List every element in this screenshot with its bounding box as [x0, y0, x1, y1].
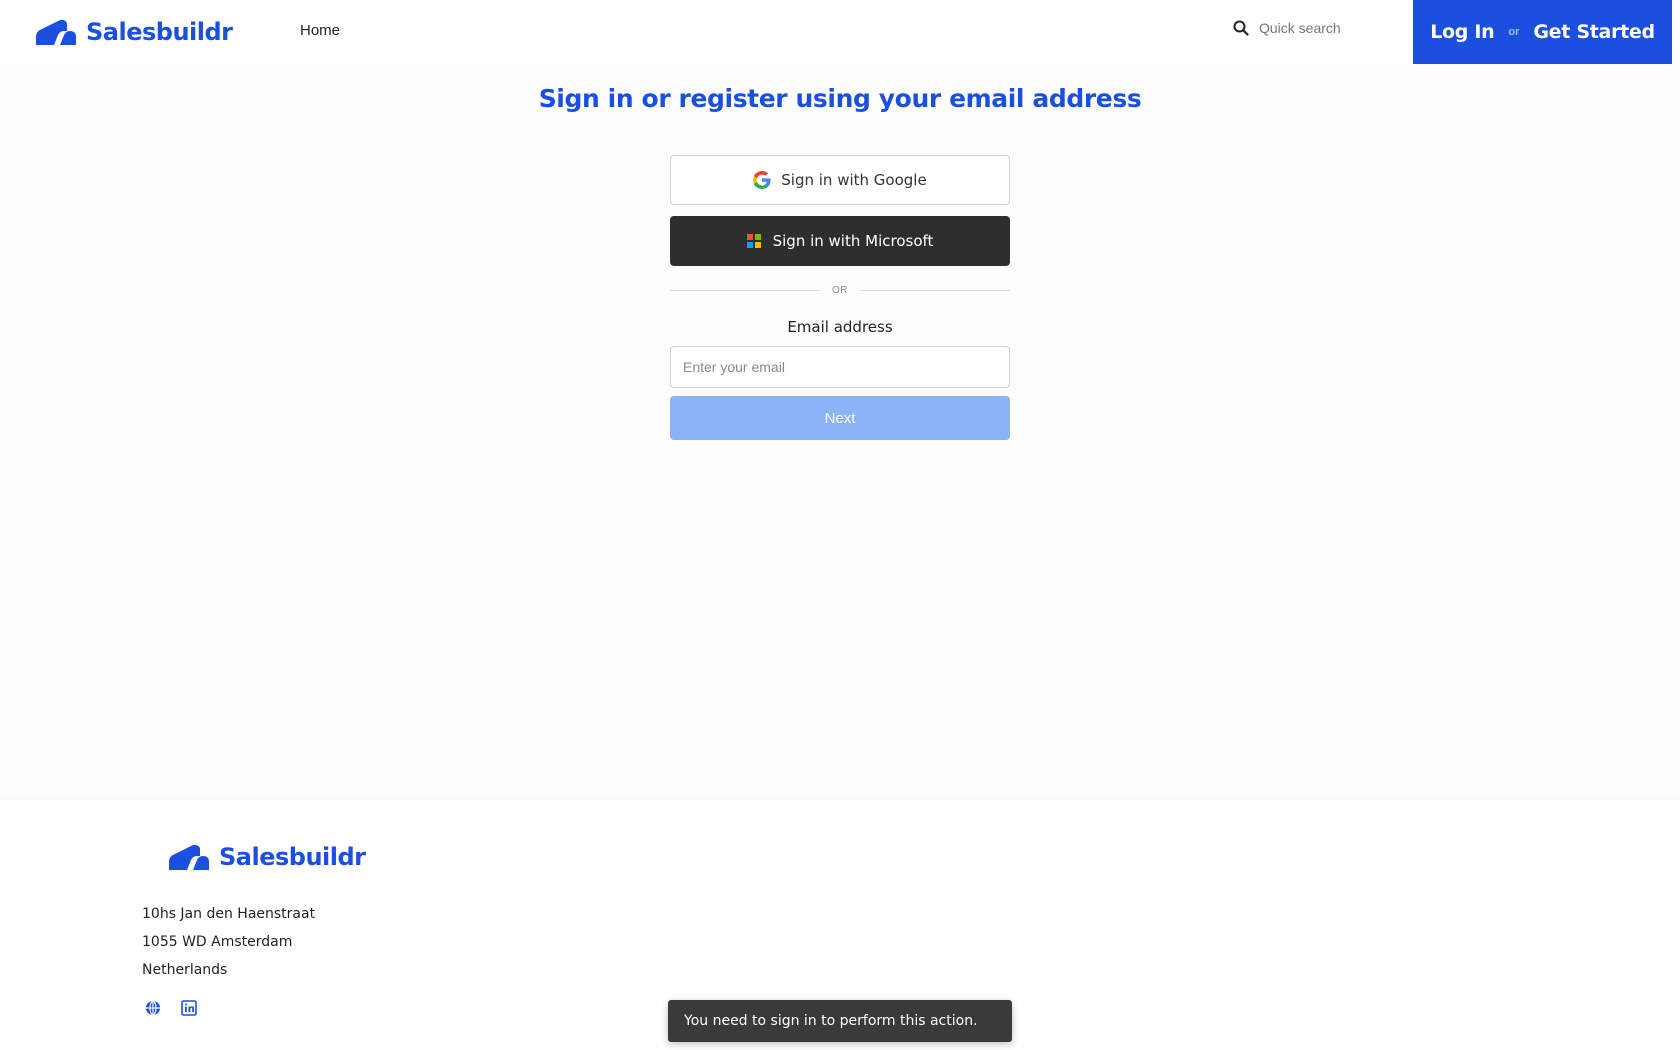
toast-message: You need to sign in to perform this acti… [684, 1013, 978, 1029]
divider-text: OR [832, 285, 848, 296]
social-links [145, 1000, 197, 1016]
microsoft-icon [746, 234, 761, 248]
divider-line-left [670, 290, 820, 291]
microsoft-sign-in-button[interactable]: Sign in with Microsoft [670, 216, 1010, 266]
nav-home-link[interactable]: Home [300, 22, 340, 39]
quick-search [1233, 20, 1399, 36]
or-divider: OR [670, 285, 1010, 296]
search-icon[interactable] [1233, 20, 1249, 36]
google-sign-in-button[interactable]: Sign in with Google [670, 155, 1010, 205]
brand-mark-icon [36, 19, 76, 45]
address-line: 10hs Jan den Haenstraat [142, 906, 316, 922]
address-line: Netherlands [142, 962, 228, 978]
next-button[interactable]: Next [670, 396, 1010, 440]
auth-box: Log In or Get Started [1413, 0, 1672, 64]
toast-notification: You need to sign in to perform this acti… [668, 1000, 1012, 1042]
address-line: 1055 WD Amsterdam [142, 934, 293, 950]
sign-in-form: Sign in with Google Sign in with Microso… [670, 155, 1010, 440]
brand-name: Salesbuildr [86, 18, 233, 46]
header-logo[interactable]: Salesbuildr [34, 17, 233, 47]
google-button-label: Sign in with Google [781, 171, 927, 189]
google-icon [753, 171, 771, 189]
email-label: Email address [787, 318, 893, 336]
auth-or-text: or [1508, 26, 1520, 38]
email-field[interactable] [670, 346, 1010, 388]
site-header: Salesbuildr Home Log In or Get Started [0, 0, 1680, 64]
linkedin-icon[interactable] [181, 1000, 197, 1016]
page-title: Sign in or register using your email add… [538, 84, 1142, 113]
get-started-link[interactable]: Get Started [1533, 21, 1655, 43]
footer-logo[interactable]: Salesbuildr [167, 842, 366, 872]
globe-icon[interactable] [145, 1000, 161, 1016]
divider-line-right [860, 290, 1010, 291]
microsoft-button-label: Sign in with Microsoft [772, 232, 934, 250]
login-link[interactable]: Log In [1430, 21, 1494, 43]
footer-address: 10hs Jan den Haenstraat 1055 WD Amsterda… [142, 900, 315, 984]
footer-brand-name: Salesbuildr [219, 843, 366, 871]
footer-brand-mark-icon [169, 844, 209, 870]
quick-search-input[interactable] [1259, 20, 1399, 36]
